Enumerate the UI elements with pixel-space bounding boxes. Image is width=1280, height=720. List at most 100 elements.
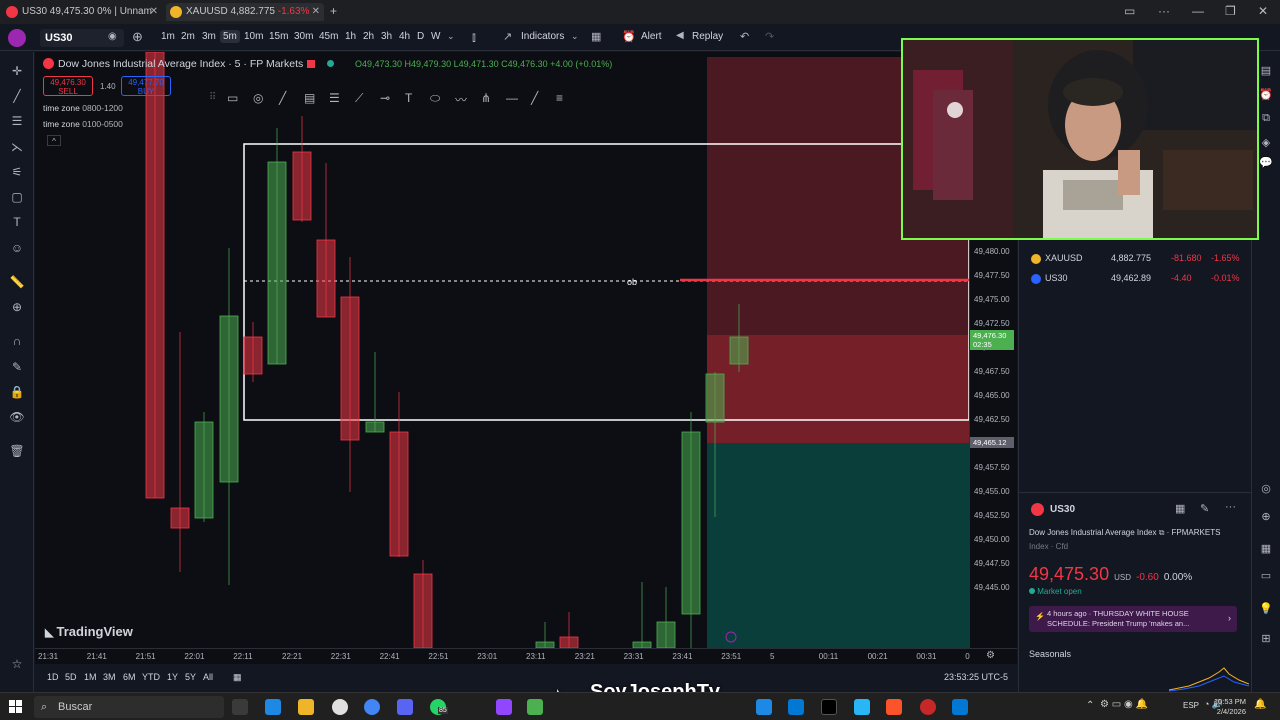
time-axis[interactable]: 21:31 21:41 21:51 22:01 22:11 22:21 22:31 22:41… <box>35 648 1017 664</box>
shapes-icon[interactable]: ▢ <box>9 190 25 204</box>
tradingview-taskbar-icon[interactable] <box>821 699 837 715</box>
star-icon[interactable]: ☆ <box>9 657 25 671</box>
close-tab-icon[interactable]: ✕ <box>150 3 158 21</box>
timeframe-3h[interactable]: 3h <box>381 31 392 42</box>
chrome-icon[interactable] <box>332 699 348 715</box>
indicators-button[interactable]: Indicators <box>521 31 564 42</box>
forecast-icon[interactable]: ⚟ <box>9 165 25 179</box>
opera-icon[interactable] <box>920 699 936 715</box>
circle-tool-icon[interactable]: ◎ <box>253 91 263 105</box>
calendar-icon[interactable]: ▦ <box>233 672 242 683</box>
indicator-time-zone-2[interactable]: time zone 0100-0500 <box>43 119 123 129</box>
telegram-icon[interactable] <box>854 699 870 715</box>
target-icon[interactable]: ◎ <box>1259 482 1273 496</box>
range-3m[interactable]: 3M <box>103 672 116 682</box>
timeframe-4h[interactable]: 4h <box>399 31 410 42</box>
ruler-icon[interactable]: 📏 <box>9 275 25 289</box>
copilot-icon[interactable] <box>265 699 281 715</box>
cast-icon[interactable]: ▭ <box>1124 4 1135 18</box>
compare-symbol-icon[interactable]: ⊕ <box>132 29 143 45</box>
minecraft-icon[interactable] <box>527 699 543 715</box>
buy-button[interactable]: 49,477.70 BUY <box>121 76 171 96</box>
chrome-profile-icon[interactable] <box>364 699 380 715</box>
ideas-icon[interactable]: 💡 <box>1259 602 1273 616</box>
lock-icon[interactable]: 🔒 <box>9 385 25 399</box>
chart-canvas[interactable]: ob Dow Jones Industrial Average Index · … <box>35 52 969 648</box>
sell-button[interactable]: 49,476.30 SELL <box>43 76 93 96</box>
range-5y[interactable]: 5Y <box>185 672 196 682</box>
fib-retracement-icon[interactable]: ☰ <box>329 91 340 105</box>
discord-icon[interactable] <box>397 699 413 715</box>
text-tool-icon[interactable]: T <box>9 215 25 229</box>
edge-icon[interactable] <box>952 699 968 715</box>
collapse-legend-button[interactable]: ^ <box>47 135 61 146</box>
range-6m[interactable]: 6M <box>123 672 136 682</box>
avatar[interactable] <box>8 29 26 47</box>
whatsapp-icon[interactable]: 85 <box>430 699 448 715</box>
indicator-time-zone-1[interactable]: time zone 0800-1200 <box>43 103 123 113</box>
calendar-icon[interactable]: ▦ <box>1259 542 1273 556</box>
tray-chevron-icon[interactable]: ⌃ <box>1086 700 1094 711</box>
chevron-down-icon[interactable]: ⌄ <box>571 31 579 42</box>
parallel-channel-icon[interactable]: ▤ <box>304 91 315 105</box>
timeframe-15m[interactable]: 15m <box>269 31 288 42</box>
brave-icon[interactable] <box>886 699 902 715</box>
vscode-icon[interactable] <box>756 699 772 715</box>
notifications-icon[interactable]: 🔔 <box>1254 699 1266 710</box>
range-1y[interactable]: 1Y <box>167 672 178 682</box>
close-window-icon[interactable]: ✕ <box>1258 4 1268 18</box>
watchlist-row-xauusd[interactable]: XAUUSD 4,882.775 -81.680 -1.65% <box>1029 250 1241 268</box>
watchlist-row-us30[interactable]: US30 49,462.89 -4.40 -0.01% <box>1029 270 1241 288</box>
drag-handle-icon[interactable]: ⠿ <box>209 92 216 103</box>
path-tool-icon[interactable]: 〰 <box>455 91 467 108</box>
timeframe-w[interactable]: W <box>431 31 440 42</box>
flag-icon[interactable] <box>307 60 315 68</box>
utc-clock[interactable]: 23:53:25 UTC-5 <box>944 672 1008 682</box>
browser-tab-us30[interactable]: US30 49,475.30 0% | Unnam ✕ <box>2 3 162 21</box>
brush-tool-icon[interactable]: ╱ <box>279 91 286 105</box>
windows-start-icon[interactable] <box>9 700 23 714</box>
zoom-icon[interactable]: ⊕ <box>9 300 25 314</box>
fib-icon[interactable]: ☰ <box>9 114 25 128</box>
visibility-icon[interactable]: 👁 <box>9 410 25 424</box>
file-explorer-icon[interactable] <box>298 699 314 715</box>
timeframe-5m[interactable]: 5m <box>220 30 240 43</box>
layout-icon[interactable]: ▦ <box>1175 502 1185 515</box>
more-options-icon[interactable]: ··· <box>1225 501 1236 513</box>
ray-tool-icon[interactable]: ⟋ <box>355 91 363 106</box>
trend-line-icon[interactable]: ╱ <box>9 89 25 103</box>
horizontal-line-icon[interactable]: — <box>506 91 518 105</box>
twitch-icon[interactable] <box>496 699 512 715</box>
timeframe-30m[interactable]: 30m <box>294 31 313 42</box>
lock-drawing-icon[interactable]: ✎ <box>9 360 25 374</box>
replay-button[interactable]: Replay <box>692 31 723 42</box>
range-1d[interactable]: 1D <box>47 672 59 682</box>
trash-icon[interactable]: 🗑 <box>9 444 25 458</box>
browser-tab-xauusd[interactable]: XAUUSD 4,882.775 -1.63% ✕ <box>166 3 324 21</box>
task-view-icon[interactable] <box>232 699 248 715</box>
new-tab-button[interactable]: + <box>330 4 337 18</box>
apps-icon[interactable]: ⊞ <box>1259 632 1273 646</box>
maximize-icon[interactable]: ❐ <box>1225 4 1236 18</box>
pitchfork-icon[interactable]: ⋔ <box>481 91 491 105</box>
timeframe-10m[interactable]: 10m <box>244 31 263 42</box>
edit-icon[interactable]: ✎ <box>1200 502 1209 515</box>
news-icon[interactable]: ▭ <box>1259 569 1273 583</box>
layouts-icon[interactable]: ▦ <box>591 30 601 43</box>
timeframe-2h[interactable]: 2h <box>363 31 374 42</box>
external-link-icon[interactable]: ⧉ <box>1159 528 1165 537</box>
minimize-icon[interactable]: — <box>1192 4 1204 18</box>
redo-icon[interactable]: ↷ <box>765 30 774 43</box>
data-window-icon[interactable]: ⧉ <box>1259 112 1273 126</box>
screener-icon[interactable]: ⊕ <box>1259 510 1273 524</box>
range-5d[interactable]: 5D <box>65 672 77 682</box>
range-1m[interactable]: 1M <box>84 672 97 682</box>
chevron-down-icon[interactable]: ⌄ <box>447 31 455 42</box>
timeframe-3m[interactable]: 3m <box>202 31 216 42</box>
chat-icon[interactable]: 💬 <box>1259 156 1273 170</box>
language-indicator[interactable]: ESP <box>1183 701 1199 710</box>
cursor-icon[interactable]: ✛ <box>9 64 25 78</box>
close-tab-icon[interactable]: ✕ <box>312 3 320 21</box>
ellipse-tool-icon[interactable]: ⬭ <box>430 91 440 106</box>
settings-gear-icon[interactable]: ⚙ <box>986 650 995 661</box>
